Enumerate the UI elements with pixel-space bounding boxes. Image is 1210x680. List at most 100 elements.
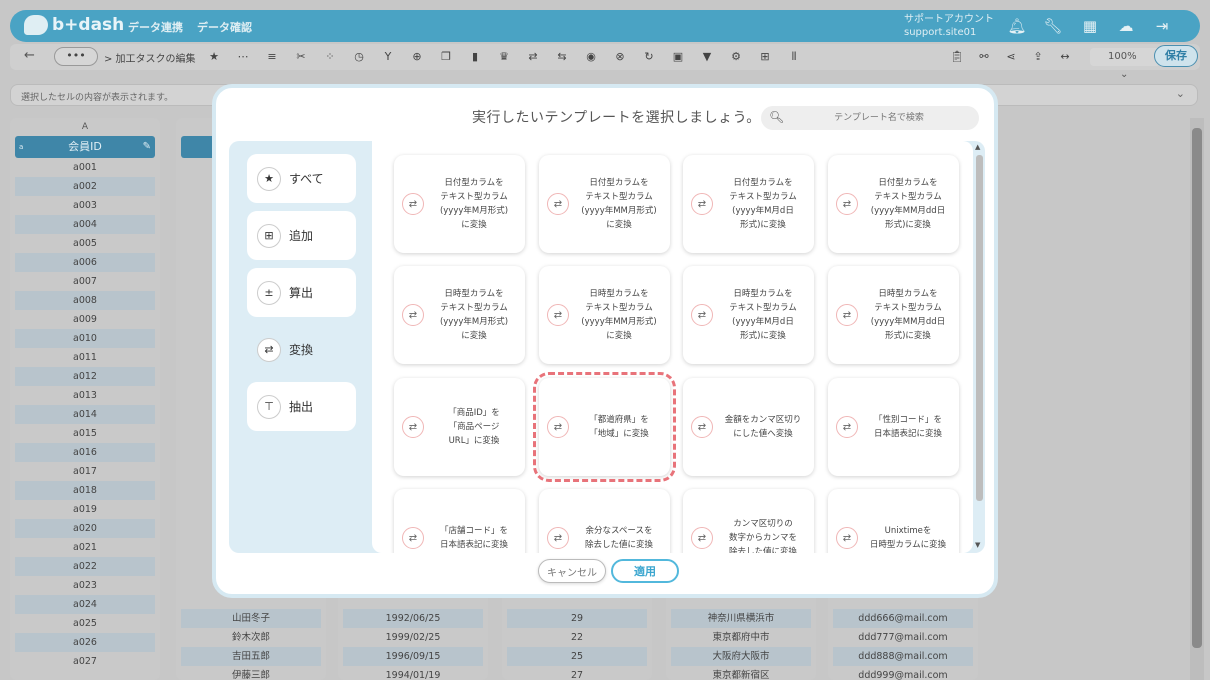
table-cell[interactable]: a018 <box>15 481 155 500</box>
table-cell[interactable]: 25 <box>507 647 647 666</box>
table-cell[interactable]: a006 <box>15 253 155 272</box>
page-scrollbar[interactable] <box>1190 118 1204 680</box>
table-cell[interactable]: 山田冬子 <box>181 609 321 628</box>
flow-icon[interactable]: ⚯ <box>973 47 995 67</box>
box-icon[interactable]: ▣ <box>667 47 689 67</box>
table-cell[interactable]: a010 <box>15 329 155 348</box>
table-cell[interactable]: ddd666@mail.com <box>833 609 973 628</box>
template-card[interactable]: ⇄ 日付型カラムを テキスト型カラム (yyyy年MM月dd日 形式)に変換 <box>828 155 959 253</box>
table-cell[interactable]: a023 <box>15 576 155 595</box>
template-search-input[interactable] <box>789 109 969 127</box>
wrench-icon[interactable]: 🔧︎ <box>1043 16 1063 36</box>
page-scrollbar-thumb[interactable] <box>1192 128 1202 648</box>
nav-data-link[interactable]: データ連携 <box>128 19 183 35</box>
table-cell[interactable]: a014 <box>15 405 155 424</box>
table-cell[interactable]: 伊藤三郎 <box>181 666 321 680</box>
bell-icon[interactable]: 🔔︎ <box>1007 16 1027 36</box>
plus-icon[interactable]: ⊕ <box>406 47 428 67</box>
table-cell[interactable]: 27 <box>507 666 647 680</box>
table-cell[interactable]: a001 <box>15 158 155 177</box>
table-cell[interactable]: a013 <box>15 386 155 405</box>
table-cell[interactable]: a027 <box>15 652 155 671</box>
trash-icon[interactable]: ▮ <box>464 47 486 67</box>
table-cell[interactable]: a017 <box>15 462 155 481</box>
template-card[interactable]: ⇄ 余分なスペースを 除去した値に変換 <box>539 489 670 553</box>
table-cell[interactable]: ddd777@mail.com <box>833 628 973 647</box>
category-item[interactable]: ⊞ 追加 <box>247 211 356 260</box>
zoom-select[interactable]: 100% ⌄ <box>1090 48 1160 80</box>
table-cell[interactable]: a022 <box>15 557 155 576</box>
template-card[interactable]: ⇄ 「性別コード」を 日本語表記に変換 <box>828 378 959 476</box>
table-cell[interactable]: a002 <box>15 177 155 196</box>
template-card[interactable]: ⇄ Unixtimeを 日時型カラムに変換 <box>828 489 959 553</box>
template-cards-area[interactable]: ⇄ 日付型カラムを テキスト型カラム (yyyy年M月形式) に変換 ⇄ 日付型カラム… <box>372 141 973 553</box>
grid-apps-icon[interactable]: ▦ <box>1080 16 1100 36</box>
template-search[interactable]: 🔍︎ <box>761 106 979 130</box>
category-item[interactable]: ★ すべて <box>247 154 356 203</box>
table-cell[interactable]: 神奈川県横浜市 <box>671 609 811 628</box>
table-cell[interactable]: a008 <box>15 291 155 310</box>
columns-icon[interactable]: ⫴ <box>783 47 805 67</box>
filter-icon[interactable]: ▼ <box>696 47 718 67</box>
timer-icon[interactable]: ◷ <box>348 47 370 67</box>
table-cell[interactable]: a021 <box>15 538 155 557</box>
table-cell[interactable]: a015 <box>15 424 155 443</box>
table-cell[interactable]: a020 <box>15 519 155 538</box>
cards-scrollbar[interactable]: ▲ ▼ <box>974 141 985 553</box>
template-card[interactable]: ⇄ 日時型カラムを テキスト型カラム (yyyy年M月形式) に変換 <box>394 266 525 364</box>
template-card[interactable]: ⇄ 日付型カラムを テキスト型カラム (yyyy年MM月形式) に変換 <box>539 155 670 253</box>
template-card[interactable]: ⇄ 「都道府県」を 「地域」に変換 <box>533 372 676 482</box>
chat-icon[interactable]: ☁ <box>1116 16 1136 36</box>
list-icon[interactable]: ≡ <box>261 47 283 67</box>
template-card[interactable]: ⇄ 「商品ID」を 「商品ページ URL」に変換 <box>394 378 525 476</box>
table-cell[interactable]: 1999/02/25 <box>343 628 483 647</box>
template-card[interactable]: ⇄ 日付型カラムを テキスト型カラム (yyyy年M月形式) に変換 <box>394 155 525 253</box>
logout-icon[interactable]: ⇥ <box>1152 16 1172 36</box>
swap-icon[interactable]: ⇄ <box>522 47 544 67</box>
table-cell[interactable]: 鈴木次郎 <box>181 628 321 647</box>
table-cell[interactable]: a026 <box>15 633 155 652</box>
network-icon[interactable]: ⚙ <box>725 47 747 67</box>
cancel-icon[interactable]: ⊗ <box>609 47 631 67</box>
template-card[interactable]: ⇄ 「店舗コード」を 日本語表記に変換 <box>394 489 525 553</box>
scroll-down-icon[interactable]: ▼ <box>975 541 980 549</box>
column-header[interactable]: a 会員ID ✎ <box>15 136 155 158</box>
star-icon[interactable]: ★ <box>203 47 225 67</box>
save-button[interactable]: 保存 <box>1154 45 1198 67</box>
table-cell[interactable]: a004 <box>15 215 155 234</box>
code-icon[interactable]: ↔ <box>1054 47 1076 67</box>
convert-icon[interactable]: ⇆ <box>551 47 573 67</box>
template-card[interactable]: ⇄ カンマ区切りの 数字からカンマを 除去した値に変換 <box>683 489 814 553</box>
export-icon[interactable]: ⇪ <box>1027 47 1049 67</box>
table-cell[interactable]: a024 <box>15 595 155 614</box>
share-icon[interactable]: ⋖ <box>1000 47 1022 67</box>
chevron-down-icon[interactable]: ⌄ <box>1176 87 1185 100</box>
table-cell[interactable]: a011 <box>15 348 155 367</box>
table-cell[interactable]: ddd999@mail.com <box>833 666 973 680</box>
table-cell[interactable]: 22 <box>507 628 647 647</box>
template-card[interactable]: ⇄ 日付型カラムを テキスト型カラム (yyyy年M月d日 形式)に変換 <box>683 155 814 253</box>
table-cell[interactable]: 東京都府中市 <box>671 628 811 647</box>
table-cell[interactable]: a019 <box>15 500 155 519</box>
merge-icon[interactable]: ⁘ <box>319 47 341 67</box>
table-cell[interactable]: 1994/01/19 <box>343 666 483 680</box>
table-cell[interactable]: a025 <box>15 614 155 633</box>
table-cell[interactable]: 29 <box>507 609 647 628</box>
logo[interactable]: b+dash <box>24 15 124 35</box>
clipboard-icon[interactable]: 📋︎ <box>946 47 968 67</box>
table-cell[interactable]: a007 <box>15 272 155 291</box>
table-cell[interactable]: a016 <box>15 443 155 462</box>
scissors-icon[interactable]: ✂ <box>290 47 312 67</box>
dots-icon[interactable]: ⋯ <box>232 47 254 67</box>
pencil-icon[interactable]: ✎ <box>143 136 151 158</box>
category-item[interactable]: ± 算出 <box>247 268 356 317</box>
more-button[interactable]: ••• <box>54 47 98 66</box>
crown-icon[interactable]: ♛ <box>493 47 515 67</box>
template-card[interactable]: ⇄ 日時型カラムを テキスト型カラム (yyyy年MM月形式) に変換 <box>539 266 670 364</box>
table-cell[interactable]: a009 <box>15 310 155 329</box>
table-cell[interactable]: 吉田五郎 <box>181 647 321 666</box>
template-card[interactable]: ⇄ 日時型カラムを テキスト型カラム (yyyy年MM月dd日 形式)に変換 <box>828 266 959 364</box>
cards-scrollbar-thumb[interactable] <box>976 155 983 501</box>
category-item[interactable]: ⊤ 抽出 <box>247 382 356 431</box>
refresh-icon[interactable]: ↻ <box>638 47 660 67</box>
